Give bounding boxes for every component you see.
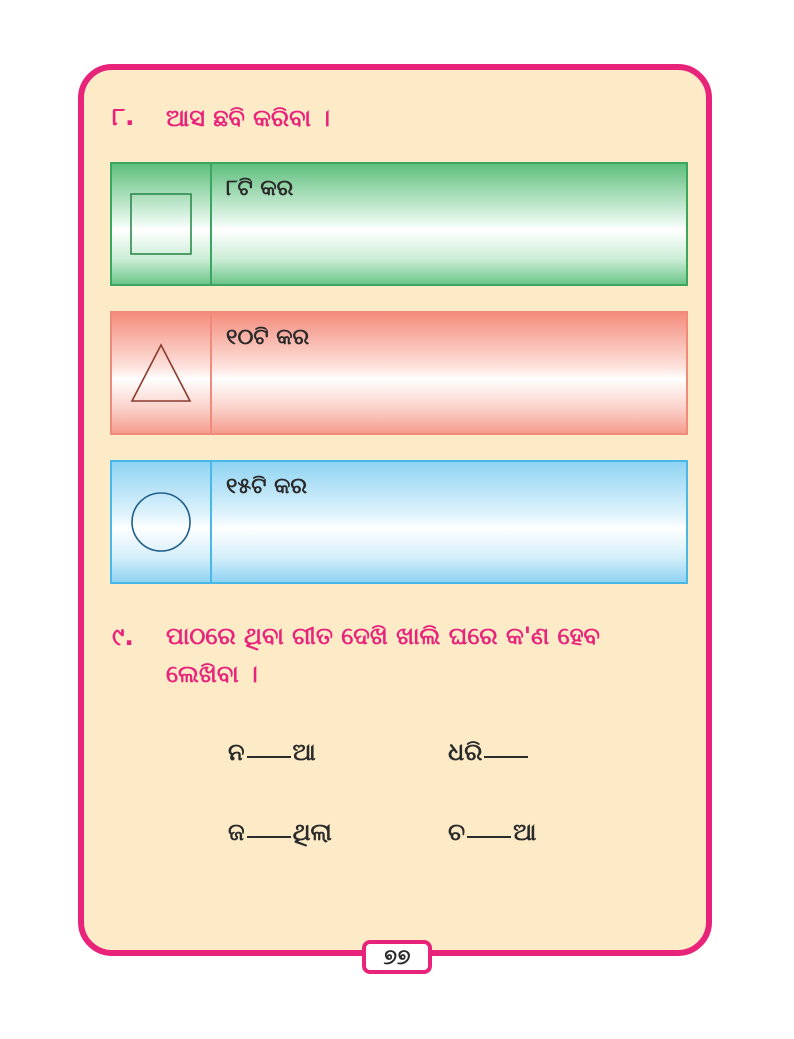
fill-prefix: ନ xyxy=(228,738,245,766)
blank-line[interactable] xyxy=(484,756,529,758)
task-label: ୧୫ଟି କର xyxy=(226,474,308,499)
triangle-icon xyxy=(130,343,192,402)
page-number: ୭୭ xyxy=(362,940,432,974)
question-8-number: ୮. xyxy=(112,102,135,131)
fill-suffix: ଆ xyxy=(513,818,537,846)
fill-suffix: ଥିଲା xyxy=(292,818,332,846)
fill-suffix: ଆ xyxy=(292,738,316,766)
circle-icon xyxy=(131,492,191,552)
square-icon xyxy=(130,193,192,255)
fill-in-blank-item: ନ ଆ xyxy=(228,738,316,766)
fill-in-blank-item: ଧରି xyxy=(448,738,530,766)
question-8-title: ଆସ ଛବି କରିବା । xyxy=(166,104,331,132)
fill-in-blank-item: ଚ ଆ xyxy=(448,818,536,846)
fill-prefix: ଧରି xyxy=(448,738,483,766)
blank-line[interactable] xyxy=(246,756,291,758)
fill-in-blank-item: ଜ ଥିଲା xyxy=(228,818,332,846)
task-drawing-area[interactable]: ୧୦ଟି କର xyxy=(212,313,686,433)
task-drawing-area[interactable]: ୮ଟି କର xyxy=(212,164,686,284)
task-draw-squares: ୮ଟି କର xyxy=(110,162,688,286)
fill-prefix: ଚ xyxy=(448,818,466,846)
fill-prefix: ଜ xyxy=(228,818,245,846)
question-9-line-2: ଲେଖିବା । xyxy=(166,660,258,688)
task-draw-circles: ୧୫ଟି କର xyxy=(110,460,688,584)
task-draw-triangles: ୧୦ଟି କର xyxy=(110,311,688,435)
blank-line[interactable] xyxy=(467,836,512,838)
task-label: ୮ଟି କର xyxy=(226,176,294,201)
task-drawing-area[interactable]: ୧୫ଟି କର xyxy=(212,462,686,582)
blank-line[interactable] xyxy=(246,836,291,838)
question-9-number: ୯. xyxy=(112,622,134,651)
task-label: ୧୦ଟି କର xyxy=(226,325,310,350)
